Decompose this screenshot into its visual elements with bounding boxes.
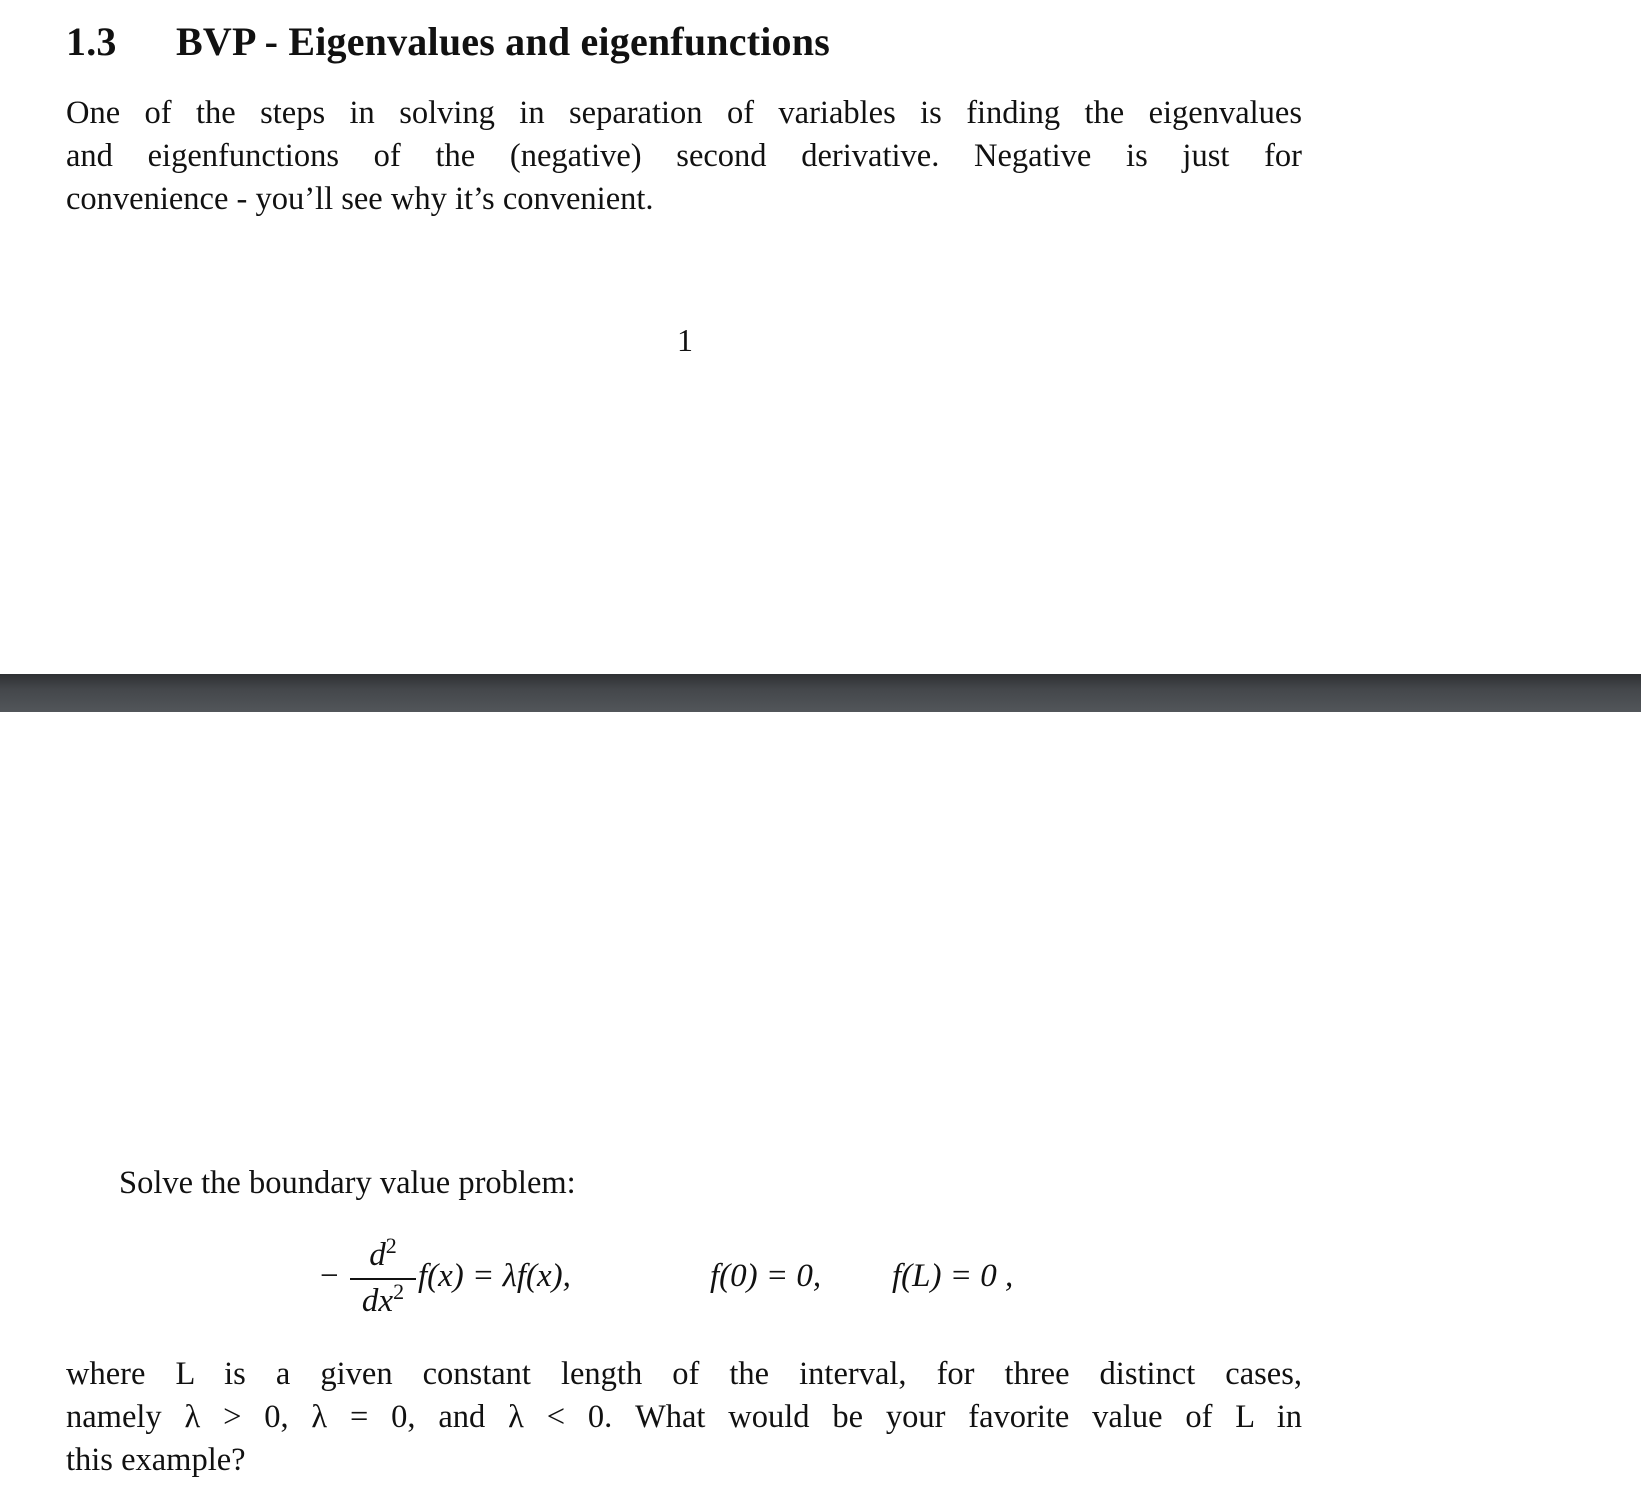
fraction-denominator: dx2 [350,1279,416,1320]
second-derivative-fraction: d2 dx2 [350,1233,416,1320]
page-separator [0,674,1641,712]
page-number: 1 [677,322,693,358]
numerator-exponent: 2 [385,1233,397,1258]
equation-main: f(x) = λf(x), [418,1258,571,1294]
problem-intro: Solve the boundary value problem: [119,1165,576,1201]
section-heading: 1.3 BVP - Eigenvalues and eigenfunctions [66,18,830,65]
boundary-condition-left: f(0) = 0, [710,1258,822,1294]
denominator-exponent: 2 [393,1279,405,1304]
fraction-numerator: d2 [350,1233,416,1274]
equation-minus-sign: − [320,1258,339,1294]
conclusion-line: namely λ > 0, λ = 0, and λ < 0. What wou… [66,1399,1302,1435]
boundary-condition-right: f(L) = 0 , [892,1258,1014,1294]
intro-line: One of the steps in solving in separatio… [66,95,1302,131]
denominator-base: dx [361,1283,394,1319]
fraction-bar [350,1278,416,1280]
numerator-base: d [369,1237,386,1273]
intro-paragraph: One of the steps in solving in separatio… [66,92,1302,221]
conclusion-paragraph: where L is a given constant length of th… [66,1353,1302,1482]
conclusion-line: where L is a given constant length of th… [66,1356,1302,1392]
section-title: BVP - Eigenvalues and eigenfunctions [176,19,830,64]
pdf-page-1: 1.3 BVP - Eigenvalues and eigenfunctions … [0,0,1641,674]
conclusion-line: this example? [66,1442,246,1478]
section-number: 1.3 [66,19,117,64]
intro-line: and eigenfunctions of the (negative) sec… [66,138,1302,174]
intro-line: convenience - you’ll see why it’s conven… [66,181,654,217]
